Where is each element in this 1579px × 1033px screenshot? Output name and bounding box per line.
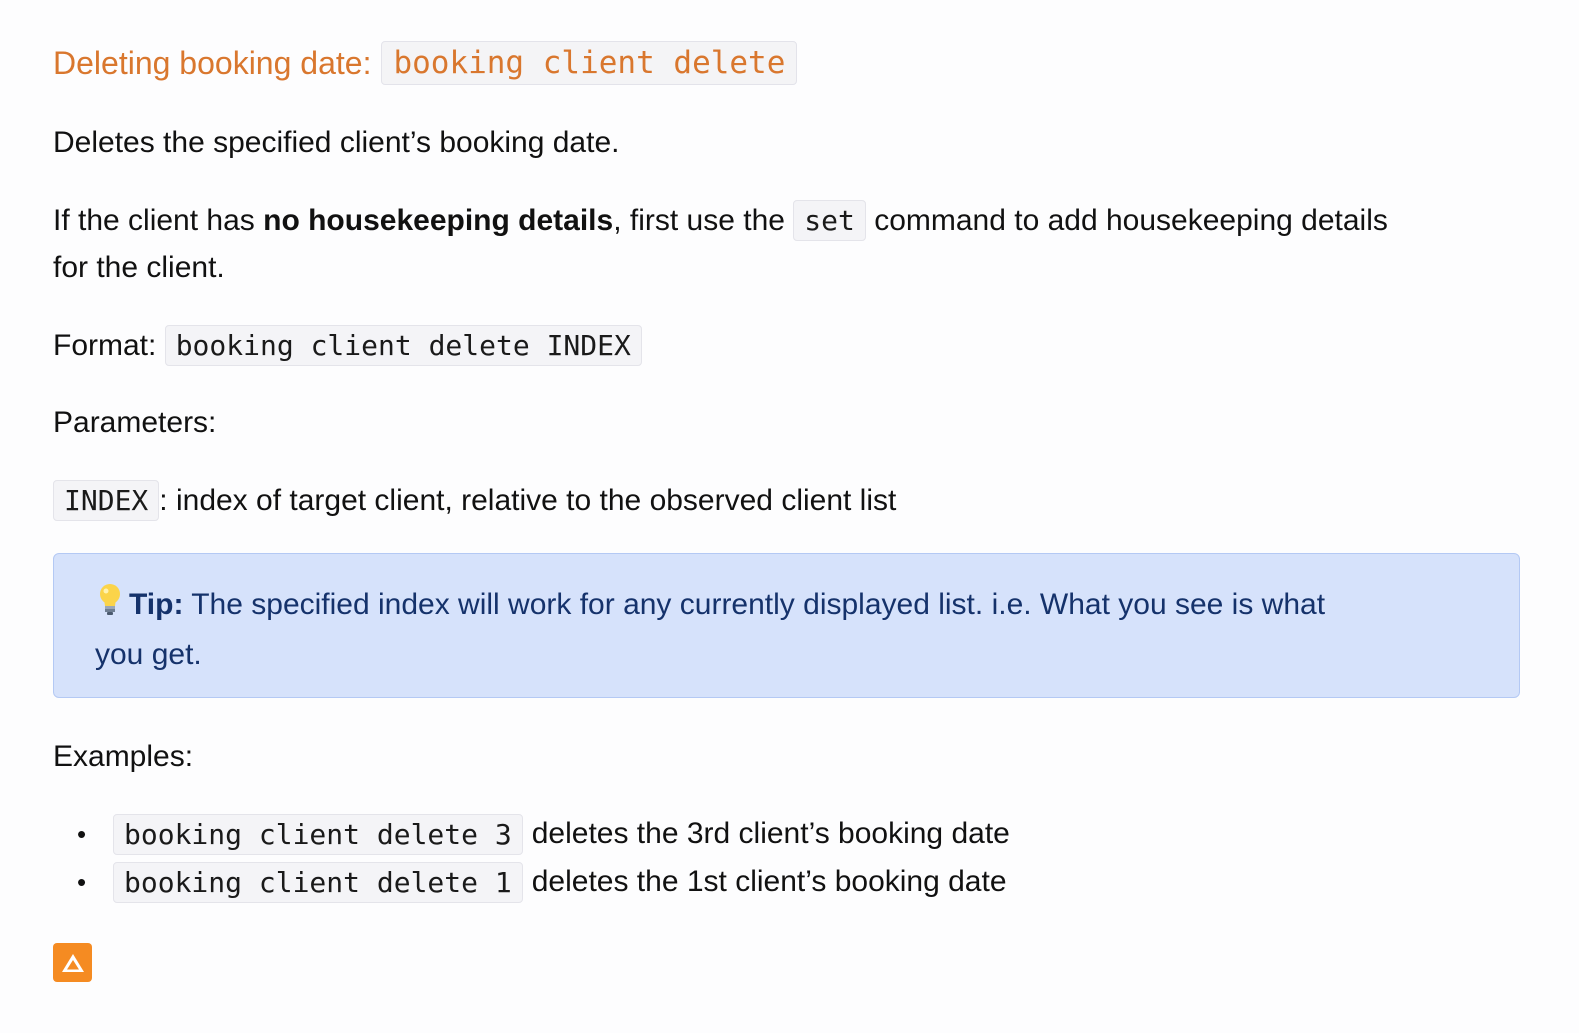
section-heading: Deleting booking date: booking client de… [53, 40, 798, 86]
bullet: • [77, 818, 87, 849]
parameters-label: Parameters: [53, 406, 217, 439]
document-page: Deleting booking date: booking client de… [0, 0, 1579, 1033]
examples-label: Examples: [53, 740, 194, 773]
precondition-paragraph: If the client has no housekeeping detail… [53, 197, 1388, 291]
list-item: • booking client delete 3 deletes the 3r… [53, 810, 1010, 858]
example-text: deletes the 3rd client’s booking date [531, 817, 1010, 850]
parameter-line: INDEX: index of target client, relative … [53, 477, 896, 524]
tip-label: Tip: [129, 588, 184, 621]
format-label: Format: [53, 329, 157, 362]
heading-command-code: booking client delete [381, 41, 798, 85]
parameter-code: INDEX [53, 480, 160, 521]
set-command-code: set [793, 200, 866, 241]
bullet: • [77, 866, 87, 897]
parameter-text: : index of target client, relative to th… [159, 484, 897, 517]
example-code: booking client delete 3 [113, 813, 523, 855]
tip-box: Tip: The specified index will work for a… [53, 553, 1520, 698]
precondition-line2: for the client. [53, 251, 225, 284]
lightbulb-icon [95, 582, 129, 631]
example-code: booking client delete 1 [113, 861, 523, 903]
precondition-pre: If the client has [53, 204, 264, 237]
example-text: deletes the 1st client’s booking date [531, 865, 1007, 898]
up-arrow-icon[interactable] [53, 943, 92, 982]
heading-label: Deleting booking date: [53, 45, 372, 81]
format-line: Format: booking client delete INDEX [53, 322, 642, 369]
precondition-post: command to add housekeeping details [865, 204, 1388, 237]
description-text: Deletes the specified client’s booking d… [53, 126, 620, 159]
tip-text: The specified index will work for any cu… [183, 588, 1326, 621]
precondition-bold: no housekeeping details [263, 204, 614, 237]
tip-text-line2: you get. [95, 637, 202, 671]
precondition-mid: , first use the [613, 204, 794, 237]
examples-list: • booking client delete 3 deletes the 3r… [53, 810, 1010, 906]
format-code: booking client delete INDEX [164, 325, 642, 366]
list-item: • booking client delete 1 deletes the 1s… [53, 858, 1010, 906]
